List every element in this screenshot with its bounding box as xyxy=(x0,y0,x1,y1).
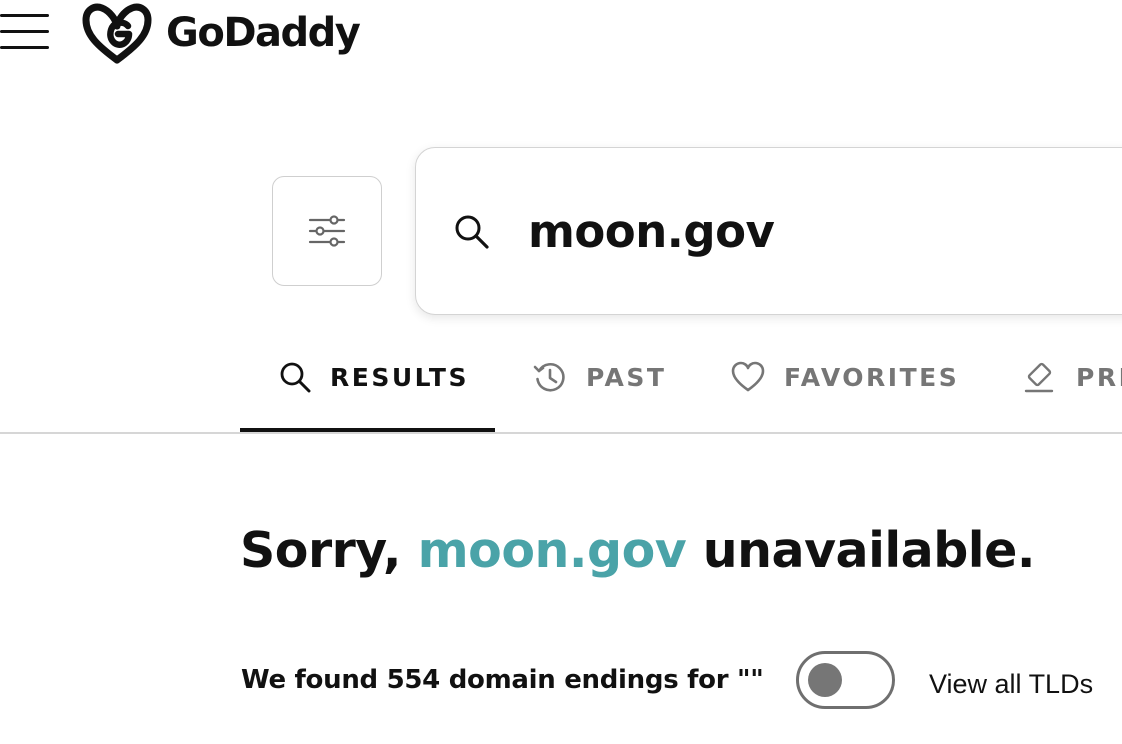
headline-suffix: unavailable. xyxy=(702,522,1036,579)
toggle-knob xyxy=(808,663,842,697)
tab-results[interactable]: RESULTS xyxy=(278,352,469,402)
tabs-divider xyxy=(0,432,1122,434)
availability-headline: Sorry, moon.gov unavailable. xyxy=(240,516,1035,586)
tab-label: PAST xyxy=(586,362,667,392)
view-all-tlds-toggle[interactable] xyxy=(796,651,895,709)
filter-button[interactable] xyxy=(272,176,382,286)
hamburger-menu-icon[interactable] xyxy=(0,12,50,52)
search-icon[interactable] xyxy=(452,212,492,252)
logo-text: GoDaddy xyxy=(166,10,361,56)
tab-favorites[interactable]: FAVORITES xyxy=(730,352,959,402)
sliders-icon xyxy=(308,215,346,247)
tab-past[interactable]: PAST xyxy=(532,352,666,402)
tab-premium[interactable]: PRE xyxy=(1022,352,1122,402)
tab-label: RESULTS xyxy=(330,362,469,392)
tab-label: PRE xyxy=(1076,362,1122,392)
tab-label: FAVORITES xyxy=(784,362,960,392)
search-icon xyxy=(280,362,311,393)
history-icon xyxy=(533,363,565,392)
view-all-tlds-label[interactable]: View all TLDs xyxy=(929,664,1093,704)
heart-icon xyxy=(731,361,765,392)
gavel-icon xyxy=(1024,362,1054,393)
godaddy-logo[interactable]: GoDaddy xyxy=(80,0,361,66)
search-input[interactable]: moon.gov xyxy=(528,204,775,260)
godaddy-logo-icon xyxy=(82,3,152,64)
headline-domain: moon.gov xyxy=(417,522,687,579)
headline-prefix: Sorry, xyxy=(240,522,402,579)
domain-endings-count: We found 554 domain endings for "" xyxy=(241,665,764,695)
